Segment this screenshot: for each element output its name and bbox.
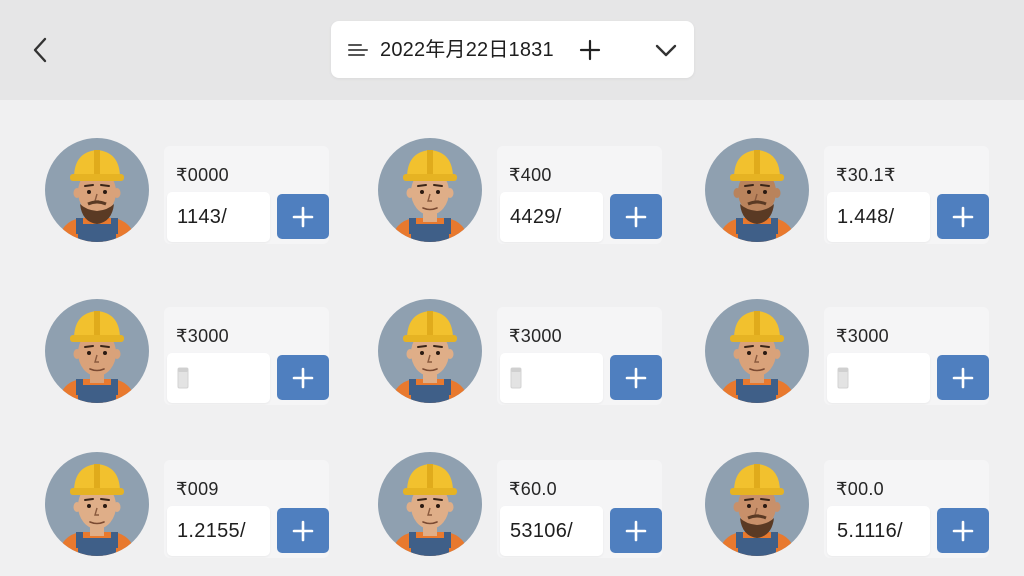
worker-avatar	[705, 299, 809, 403]
worker-card: ₹60.0 53106/	[377, 450, 697, 570]
worker-value: 1.2155/	[177, 520, 246, 542]
worker-rate: ₹3000	[176, 326, 229, 346]
chevron-left-icon	[33, 37, 47, 63]
plus-icon	[625, 206, 647, 227]
add-button[interactable]	[277, 508, 329, 553]
worker-card: ₹3000	[44, 297, 364, 417]
worker-grid: ₹0000 1143/ ₹400 4429/ ₹30.1₹ 1.448/ ₹30…	[0, 100, 1024, 576]
worker-avatar	[705, 452, 809, 556]
worker-avatar	[705, 138, 809, 242]
worker-avatar	[378, 138, 482, 242]
placeholder-icon	[837, 367, 849, 389]
add-button[interactable]	[937, 194, 989, 239]
worker-rate: ₹0000	[176, 165, 229, 185]
worker-card: ₹0000 1143/	[44, 136, 364, 256]
add-button[interactable]	[610, 355, 662, 400]
worker-card: ₹00.0 5.1116/	[704, 450, 1024, 570]
top-bar: 2022年月22日1831	[0, 0, 1024, 100]
worker-rate: ₹3000	[509, 326, 562, 346]
worker-avatar	[378, 452, 482, 556]
worker-card: ₹30.1₹ 1.448/	[704, 136, 1024, 256]
worker-value-input[interactable]	[500, 353, 603, 403]
plus-icon	[625, 520, 647, 541]
worker-rate: ₹60.0	[509, 479, 557, 499]
add-button[interactable]	[937, 355, 989, 400]
worker-value-input[interactable]: 53106/	[500, 506, 603, 556]
worker-avatar	[378, 299, 482, 403]
add-button[interactable]	[610, 194, 662, 239]
worker-rate: ₹30.1₹	[836, 165, 896, 185]
date-picker[interactable]: 2022年月22日1831	[331, 21, 694, 78]
worker-card: ₹009 1.2155/	[44, 450, 364, 570]
chevron-down-icon[interactable]	[654, 41, 678, 59]
plus-icon	[292, 367, 314, 388]
worker-value: 4429/	[510, 206, 562, 228]
worker-value: 1.448/	[837, 206, 895, 228]
worker-value-input[interactable]: 1.448/	[827, 192, 930, 242]
plus-icon	[292, 520, 314, 541]
plus-icon	[952, 520, 974, 541]
plus-icon	[625, 367, 647, 388]
worker-rate: ₹3000	[836, 326, 889, 346]
worker-value-input[interactable]: 1143/	[167, 192, 270, 242]
worker-value: 53106/	[510, 520, 573, 542]
worker-avatar	[45, 138, 149, 242]
worker-value: 5.1116/	[837, 520, 903, 542]
add-button[interactable]	[277, 355, 329, 400]
plus-icon[interactable]	[579, 39, 601, 61]
worker-card: ₹400 4429/	[377, 136, 697, 256]
add-button[interactable]	[610, 508, 662, 553]
worker-avatar	[45, 299, 149, 403]
date-text: 2022年月22日1831	[380, 39, 554, 61]
worker-value-input[interactable]: 4429/	[500, 192, 603, 242]
plus-icon	[292, 206, 314, 227]
placeholder-icon	[177, 367, 189, 389]
worker-avatar	[45, 452, 149, 556]
worker-value-input[interactable]: 1.2155/	[167, 506, 270, 556]
worker-value-input[interactable]: 5.1116/	[827, 506, 930, 556]
add-button[interactable]	[937, 508, 989, 553]
worker-value-input[interactable]	[827, 353, 930, 403]
worker-rate: ₹400	[509, 165, 552, 185]
back-button[interactable]	[24, 34, 56, 66]
worker-rate: ₹00.0	[836, 479, 884, 499]
placeholder-icon	[510, 367, 522, 389]
plus-icon	[952, 206, 974, 227]
lines-icon	[348, 44, 368, 56]
worker-rate: ₹009	[176, 479, 219, 499]
worker-value: 1143/	[177, 206, 228, 228]
worker-card: ₹3000	[704, 297, 1024, 417]
worker-value-input[interactable]	[167, 353, 270, 403]
worker-card: ₹3000	[377, 297, 697, 417]
add-button[interactable]	[277, 194, 329, 239]
plus-icon	[952, 367, 974, 388]
